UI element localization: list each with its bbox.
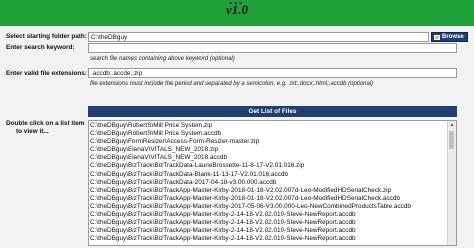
file-list-rows: C:\theDBguy\RobertS\Mill Price System.zi… bbox=[89, 122, 456, 243]
file-listbox[interactable]: C:\theDBguy\RobertS\Mill Price System.zi… bbox=[88, 120, 457, 246]
list-item[interactable]: C:\theDBguy\BizTrack\BizTrackApp-Master-… bbox=[89, 195, 456, 203]
keyword-field[interactable] bbox=[88, 43, 457, 53]
form-panel: Select starting folder path: C:\theDBguy… bbox=[0, 26, 474, 248]
version-title: v1.0 bbox=[225, 2, 249, 17]
list-item[interactable]: C:\theDBguy\BizTrack\BizTrackApp-Master-… bbox=[89, 235, 456, 243]
list-instruction-line1: Double click on a list item bbox=[6, 120, 85, 127]
browse-button[interactable]: Browse bbox=[431, 32, 468, 42]
list-item[interactable]: C:\theDBguy\ElenaV\VITALS_NEW_2018.accdb bbox=[89, 154, 456, 162]
list-item[interactable]: C:\theDBguy\BizTrack\BizTrackApp-Master-… bbox=[89, 219, 456, 227]
browse-label: Browse bbox=[442, 34, 464, 40]
list-item[interactable]: C:\theDBguy\BizTrack\BizTrackApp-Master-… bbox=[89, 187, 456, 195]
folder-icon bbox=[434, 34, 440, 40]
list-item[interactable]: C:\theDBguy\RobertS\Mill Price System.ac… bbox=[89, 130, 456, 138]
list-item[interactable]: C:\theDBguy\BizTrack\BizTrackApp-Master-… bbox=[89, 211, 456, 219]
list-item[interactable]: C:\theDBguy\FormResizer\Access-Form-Resi… bbox=[89, 138, 456, 146]
list-item[interactable]: C:\theDBguy\BizTrack\BizTrackApp-Master-… bbox=[89, 203, 456, 211]
list-item[interactable]: C:\theDBguy\ElenaV\VITALS_NEW_2018.zip bbox=[89, 146, 456, 154]
keyword-label: Enter search keyword: bbox=[6, 44, 75, 51]
scroll-thumb[interactable] bbox=[449, 131, 454, 149]
extensions-hint: file extensions must include the period … bbox=[90, 81, 374, 87]
list-item[interactable]: C:\theDBguy\RobertS\Mill Price System.zi… bbox=[89, 122, 456, 130]
get-list-button[interactable]: Get List of Files bbox=[88, 106, 457, 117]
list-item[interactable]: C:\theDBguy\BizTrack\BizTrackData-Laurie… bbox=[89, 162, 456, 170]
header-bar: ... v1.0 bbox=[0, 0, 474, 26]
keyword-hint: search file names containing above keywo… bbox=[90, 56, 235, 62]
folder-path-field[interactable]: C:\theDBguy bbox=[88, 32, 429, 42]
list-instruction-line2: to view it... bbox=[16, 128, 49, 135]
scroll-up-icon[interactable]: ▲ bbox=[448, 121, 456, 128]
list-item[interactable]: C:\theDBguy\BizTrack\BizTrackData-Blank-… bbox=[89, 171, 456, 179]
list-item[interactable]: C:\theDBguy\BizTrack\BizTrackData-2017-0… bbox=[89, 179, 456, 187]
listbox-scrollbar[interactable]: ▲ bbox=[447, 121, 456, 245]
folder-label: Select starting folder path: bbox=[6, 33, 87, 40]
extensions-field[interactable]: .accdb;.accde;.zip bbox=[88, 68, 457, 78]
list-item[interactable]: C:\theDBguy\BizTrack\BizTrackApp-Master-… bbox=[89, 227, 456, 235]
extensions-label: Enter valid file extensions: bbox=[6, 70, 87, 77]
